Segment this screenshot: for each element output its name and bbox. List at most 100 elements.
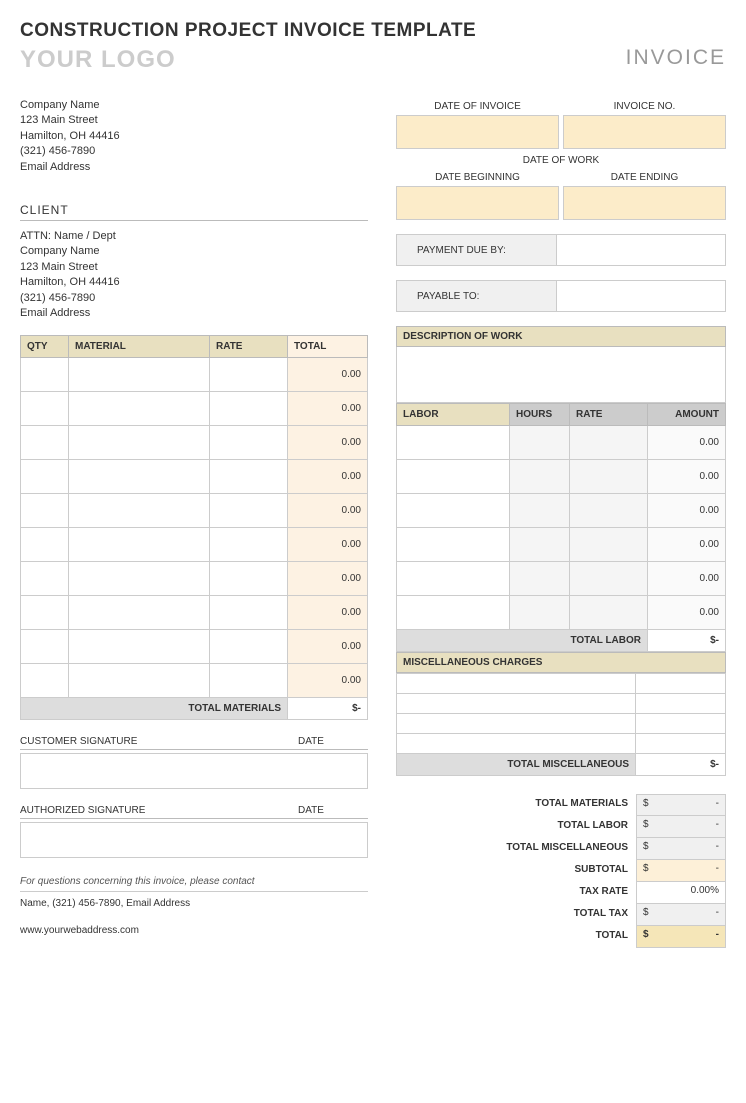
labor-hours[interactable]: [510, 596, 570, 630]
material-qty[interactable]: [21, 358, 69, 392]
materials-table: QTY MATERIAL RATE TOTAL 0.000.000.000.00…: [20, 335, 368, 720]
labor-amount: 0.00: [648, 562, 726, 596]
labor-hours[interactable]: [510, 426, 570, 460]
material-row: 0.00: [21, 528, 368, 562]
labor-desc[interactable]: [397, 528, 510, 562]
material-rate[interactable]: [210, 494, 288, 528]
company-name: Company Name: [20, 98, 368, 113]
labor-desc[interactable]: [397, 460, 510, 494]
payable-to-input[interactable]: [557, 281, 725, 311]
date-ending-input[interactable]: [563, 186, 726, 220]
material-name[interactable]: [69, 358, 210, 392]
misc-amount[interactable]: [636, 714, 726, 734]
material-rate[interactable]: [210, 460, 288, 494]
sum-misc-label: TOTAL MISCELLANEOUS: [396, 838, 636, 860]
material-qty[interactable]: [21, 528, 69, 562]
signature-date-label: DATE: [298, 736, 368, 747]
misc-desc[interactable]: [397, 714, 636, 734]
signature-date-label-2: DATE: [298, 805, 368, 816]
misc-desc[interactable]: [397, 674, 636, 694]
date-beginning-input[interactable]: [396, 186, 559, 220]
material-name[interactable]: [69, 460, 210, 494]
labor-rate[interactable]: [570, 528, 648, 562]
material-total: 0.00: [288, 528, 368, 562]
material-name[interactable]: [69, 528, 210, 562]
description-body[interactable]: [396, 347, 726, 403]
material-total: 0.00: [288, 630, 368, 664]
labor-row: 0.00: [397, 596, 726, 630]
date-of-invoice-input[interactable]: [396, 115, 559, 149]
labor-hours[interactable]: [510, 562, 570, 596]
labor-desc[interactable]: [397, 426, 510, 460]
misc-amount[interactable]: [636, 734, 726, 754]
th-total: TOTAL: [288, 336, 368, 358]
labor-amount: 0.00: [648, 494, 726, 528]
labor-desc[interactable]: [397, 494, 510, 528]
sum-totaltax-label: TOTAL TAX: [396, 904, 636, 926]
material-rate[interactable]: [210, 528, 288, 562]
misc-row: [397, 714, 726, 734]
footer-web: www.yourwebaddress.com: [20, 925, 368, 936]
material-qty[interactable]: [21, 664, 69, 698]
sum-taxrate-val[interactable]: 0.00%: [636, 882, 726, 904]
sum-taxrate-label: TAX RATE: [396, 882, 636, 904]
labor-rate[interactable]: [570, 426, 648, 460]
material-rate[interactable]: [210, 630, 288, 664]
description-header: DESCRIPTION OF WORK: [396, 326, 726, 347]
misc-amount[interactable]: [636, 674, 726, 694]
material-qty[interactable]: [21, 630, 69, 664]
invoice-no-input[interactable]: [563, 115, 726, 149]
sum-subtotal-label: SUBTOTAL: [396, 860, 636, 882]
labor-rate[interactable]: [570, 494, 648, 528]
material-name[interactable]: [69, 562, 210, 596]
authorized-signature-label: AUTHORIZED SIGNATURE: [20, 805, 298, 816]
labor-desc[interactable]: [397, 596, 510, 630]
material-qty[interactable]: [21, 426, 69, 460]
material-qty[interactable]: [21, 460, 69, 494]
client-phone: (321) 456-7890: [20, 291, 368, 306]
customer-signature-box[interactable]: [20, 753, 368, 789]
labor-row: 0.00: [397, 426, 726, 460]
material-rate[interactable]: [210, 392, 288, 426]
labor-row: 0.00: [397, 528, 726, 562]
labor-hours[interactable]: [510, 528, 570, 562]
material-qty[interactable]: [21, 392, 69, 426]
material-name[interactable]: [69, 664, 210, 698]
misc-row: [397, 734, 726, 754]
labor-rate[interactable]: [570, 460, 648, 494]
material-rate[interactable]: [210, 562, 288, 596]
th-qty: QTY: [21, 336, 69, 358]
material-total: 0.00: [288, 562, 368, 596]
material-rate[interactable]: [210, 596, 288, 630]
material-name[interactable]: [69, 426, 210, 460]
misc-desc[interactable]: [397, 734, 636, 754]
footer-note: For questions concerning this invoice, p…: [20, 876, 368, 892]
material-name[interactable]: [69, 392, 210, 426]
labor-hours[interactable]: [510, 460, 570, 494]
material-qty[interactable]: [21, 562, 69, 596]
misc-desc[interactable]: [397, 694, 636, 714]
material-name[interactable]: [69, 596, 210, 630]
material-name[interactable]: [69, 630, 210, 664]
client-header: CLIENT: [20, 203, 368, 221]
customer-signature-label: CUSTOMER SIGNATURE: [20, 736, 298, 747]
material-row: 0.00: [21, 392, 368, 426]
misc-amount[interactable]: [636, 694, 726, 714]
authorized-signature-box[interactable]: [20, 822, 368, 858]
material-rate[interactable]: [210, 426, 288, 460]
material-rate[interactable]: [210, 358, 288, 392]
company-phone: (321) 456-7890: [20, 144, 368, 159]
labor-rate[interactable]: [570, 562, 648, 596]
material-qty[interactable]: [21, 494, 69, 528]
material-name[interactable]: [69, 494, 210, 528]
payment-due-input[interactable]: [557, 235, 725, 265]
labor-rate[interactable]: [570, 596, 648, 630]
labor-total-value: $ -: [648, 630, 726, 652]
material-row: 0.00: [21, 630, 368, 664]
material-row: 0.00: [21, 596, 368, 630]
labor-hours[interactable]: [510, 494, 570, 528]
labor-desc[interactable]: [397, 562, 510, 596]
labor-table: LABOR HOURS RATE AMOUNT 0.000.000.000.00…: [396, 403, 726, 652]
material-qty[interactable]: [21, 596, 69, 630]
material-rate[interactable]: [210, 664, 288, 698]
